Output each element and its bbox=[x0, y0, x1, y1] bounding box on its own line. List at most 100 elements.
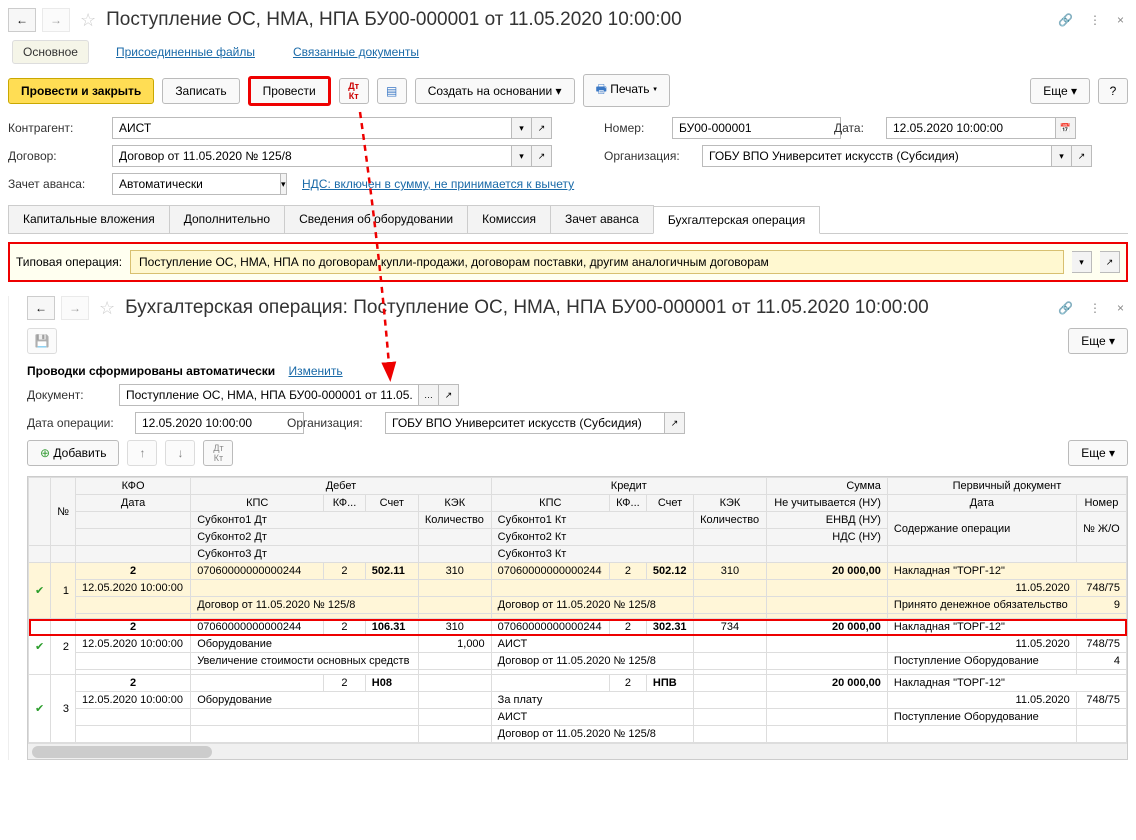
tab-files[interactable]: Присоединенные файлы bbox=[105, 40, 266, 64]
inner-header-icon-group: 🔗 ⋮ × bbox=[1054, 299, 1128, 317]
number-input[interactable] bbox=[672, 117, 841, 139]
col-d-kps: КПС bbox=[191, 495, 324, 512]
dtkr-icon[interactable]: ДтКт bbox=[203, 440, 233, 466]
postings-table[interactable]: № КФО Дебет Кредит Сумма Первичный докум… bbox=[27, 476, 1128, 760]
table-subrow[interactable]: 12.05.2020 10:00:00 Оборудование1,000 АИ… bbox=[29, 636, 1127, 653]
table-subrow[interactable]: 12.05.2020 10:00:00 Оборудование За плат… bbox=[29, 692, 1127, 709]
link-icon[interactable]: 🔗 bbox=[1054, 299, 1077, 317]
inner-nav-forward-button[interactable]: → bbox=[61, 296, 89, 320]
calendar-icon[interactable]: 📅 bbox=[1056, 117, 1076, 139]
more-menu-icon[interactable]: ⋮ bbox=[1085, 11, 1105, 29]
post-button[interactable]: Провести bbox=[248, 76, 331, 106]
open-icon[interactable]: ↗ bbox=[532, 145, 552, 167]
inner-row-doc: Документ: … ↗ bbox=[27, 384, 1128, 406]
sub-tab-capital[interactable]: Капитальные вложения bbox=[8, 205, 170, 233]
add-button[interactable]: ⊕ Добавить bbox=[27, 440, 119, 466]
col-envd: ЕНВД (НУ) bbox=[766, 512, 887, 529]
open-icon[interactable]: ↗ bbox=[665, 412, 685, 434]
inner-nav-back-button[interactable]: ← bbox=[27, 296, 55, 320]
more-button[interactable]: Еще ▾ bbox=[1030, 78, 1090, 104]
printer-icon: 🖶 bbox=[596, 82, 607, 96]
col-sub3dt: Субконто3 Дт bbox=[191, 546, 419, 563]
move-up-button[interactable]: ↑ bbox=[127, 440, 157, 466]
horizontal-scrollbar[interactable] bbox=[28, 743, 1127, 759]
date-input[interactable] bbox=[886, 117, 1056, 139]
nav-back-button[interactable]: ← bbox=[8, 8, 36, 32]
link-icon[interactable]: 🔗 bbox=[1054, 11, 1077, 29]
ellipsis-icon[interactable]: … bbox=[419, 384, 439, 406]
org-label: Организация: bbox=[604, 149, 690, 163]
chevron-down-icon: ▾ bbox=[1109, 334, 1115, 348]
inner-org-label: Организация: bbox=[287, 416, 373, 430]
posting-report-icon[interactable]: ДтКт bbox=[339, 78, 369, 104]
contract-input[interactable] bbox=[112, 145, 512, 167]
save-button[interactable]: Записать bbox=[162, 78, 239, 104]
sub-tab-equipment[interactable]: Сведения об оборудовании bbox=[284, 205, 468, 233]
tab-main[interactable]: Основное bbox=[12, 40, 89, 64]
counterparty-input[interactable] bbox=[112, 117, 512, 139]
org-input[interactable] bbox=[702, 145, 1052, 167]
col-notcounted: Не учитывается (НУ) bbox=[766, 495, 887, 512]
row-number: 2 bbox=[51, 619, 76, 675]
dropdown-icon[interactable]: ▾ bbox=[512, 145, 532, 167]
page-title: Поступление ОС, НМА, НПА БУ00-000001 от … bbox=[106, 9, 1048, 31]
open-icon[interactable]: ↗ bbox=[1100, 251, 1120, 273]
open-icon[interactable]: ↗ bbox=[532, 117, 552, 139]
table-row[interactable]: ✔ 3 2 2Н08 2НПВ 20 000,00 Накладная "ТОР… bbox=[29, 675, 1127, 692]
open-icon[interactable]: ↗ bbox=[1072, 145, 1092, 167]
nds-link[interactable]: НДС: включен в сумму, не принимается к в… bbox=[302, 177, 574, 191]
tab-linked[interactable]: Связанные документы bbox=[282, 40, 430, 64]
move-down-button[interactable]: ↓ bbox=[165, 440, 195, 466]
posting-status-text: Проводки сформированы автоматически bbox=[27, 364, 275, 378]
inner-favorite-star-icon[interactable]: ☆ bbox=[99, 298, 115, 319]
more-menu-icon[interactable]: ⋮ bbox=[1085, 299, 1105, 317]
inner-more-button[interactable]: Еще ▾ bbox=[1068, 328, 1128, 354]
sub-tab-commission[interactable]: Комиссия bbox=[467, 205, 551, 233]
table-subrow[interactable]: 12.05.2020 10:00:00 11.05.2020748/75 bbox=[29, 580, 1127, 597]
table-subrow[interactable]: Увеличение стоимости основных средств До… bbox=[29, 653, 1127, 670]
chevron-down-icon: ▾ bbox=[556, 84, 562, 98]
col-d-qty: Количество bbox=[418, 512, 491, 529]
operation-input[interactable] bbox=[130, 250, 1064, 274]
create-based-button[interactable]: Создать на основании ▾ bbox=[415, 78, 575, 104]
advance-input[interactable] bbox=[112, 173, 281, 195]
dropdown-icon[interactable]: ▾ bbox=[1052, 145, 1072, 167]
counterparty-label: Контрагент: bbox=[8, 121, 100, 135]
col-n: № bbox=[51, 478, 76, 546]
main-toolbar: Провести и закрыть Записать Провести ДтК… bbox=[8, 74, 1128, 107]
close-icon[interactable]: × bbox=[1113, 299, 1128, 317]
inner-doc-label: Документ: bbox=[27, 388, 107, 402]
table-subrow[interactable]: Договор от 11.05.2020 № 125/8 Договор от… bbox=[29, 597, 1127, 614]
inner-op-date-input[interactable] bbox=[135, 412, 304, 434]
dropdown-icon[interactable]: ▾ bbox=[1072, 251, 1092, 273]
col-sub1dt: Субконто1 Дт bbox=[191, 512, 419, 529]
col-sum: Сумма bbox=[766, 478, 887, 495]
posting-status-row: Проводки сформированы автоматически Изме… bbox=[27, 364, 1128, 378]
close-icon[interactable]: × bbox=[1113, 11, 1128, 29]
table-row[interactable]: ✔ 2 2 070600000000002442106.31310 070600… bbox=[29, 619, 1127, 636]
inner-org-input[interactable] bbox=[385, 412, 665, 434]
table-subrow[interactable]: Договор от 11.05.2020 № 125/8 bbox=[29, 726, 1127, 743]
dropdown-icon[interactable]: ▾ bbox=[281, 173, 287, 195]
document-icon[interactable]: ▤ bbox=[377, 78, 407, 104]
sub-tab-advance[interactable]: Зачет аванса bbox=[550, 205, 654, 233]
nav-forward-button[interactable]: → bbox=[42, 8, 70, 32]
change-link[interactable]: Изменить bbox=[288, 364, 342, 378]
dropdown-icon[interactable]: ▾ bbox=[512, 117, 532, 139]
sub-tab-accounting[interactable]: Бухгалтерская операция bbox=[653, 206, 820, 234]
sub-tab-additional[interactable]: Дополнительно bbox=[169, 205, 285, 233]
favorite-star-icon[interactable]: ☆ bbox=[80, 10, 96, 31]
help-button[interactable]: ? bbox=[1098, 78, 1128, 104]
number-label: Номер: bbox=[604, 121, 660, 135]
open-icon[interactable]: ↗ bbox=[439, 384, 459, 406]
post-and-close-button[interactable]: Провести и закрыть bbox=[8, 78, 154, 104]
table-subrow[interactable]: АИСТ Поступление Оборудование bbox=[29, 709, 1127, 726]
table-row[interactable]: ✔ 1 2 070600000000002442502.11310 070600… bbox=[29, 563, 1127, 580]
inner-toolbar-top: 💾 Еще ▾ bbox=[27, 328, 1128, 354]
grid-more-button[interactable]: Еще ▾ bbox=[1068, 440, 1128, 466]
inner-save-icon[interactable]: 💾 bbox=[27, 328, 57, 354]
date-label: Дата: bbox=[834, 121, 874, 135]
inner-doc-input[interactable] bbox=[119, 384, 419, 406]
inner-op-date-label: Дата операции: bbox=[27, 416, 123, 430]
print-button[interactable]: 🖶 Печать ▾ bbox=[583, 74, 671, 107]
